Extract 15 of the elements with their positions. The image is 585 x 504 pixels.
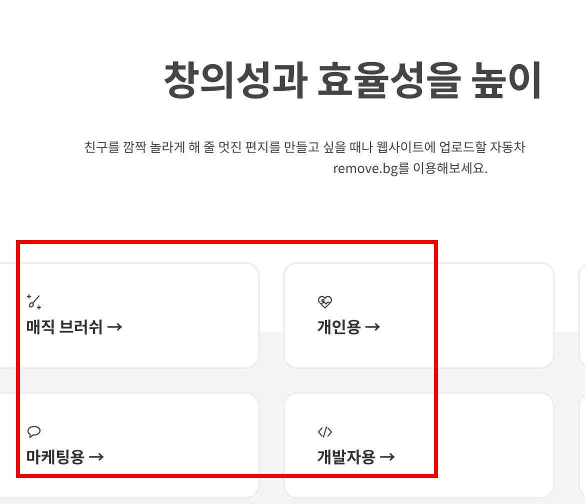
category-card[interactable]: 개인용 →: [283, 262, 555, 369]
code-icon: [317, 424, 333, 440]
category-card[interactable]: 개발자용 →: [283, 392, 555, 499]
card-label: 개인용 →: [317, 314, 381, 338]
chat-bubble-icon: [26, 424, 42, 440]
heart-image-icon: [317, 294, 333, 310]
page-heading: 창의성과 효율성을 높이: [162, 48, 544, 106]
card-label: 마케팅용 →: [26, 444, 105, 468]
brush-sparkle-icon: [26, 294, 42, 310]
category-card[interactable]: 매직 브러쉬 →: [0, 262, 260, 369]
category-card[interactable]: 마케팅용 →: [0, 392, 260, 499]
intro-text: 친구를 깜짝 놀라게 해 줄 멋진 편지를 만들고 싶을 때나 웹사이트에 업로드할 자동차: [83, 136, 527, 157]
card-label: 매직 브러쉬 →: [26, 314, 123, 338]
card-label: 개발자용 →: [317, 444, 396, 468]
intro-text: remove.bg를 이용해보세요.: [332, 157, 490, 178]
